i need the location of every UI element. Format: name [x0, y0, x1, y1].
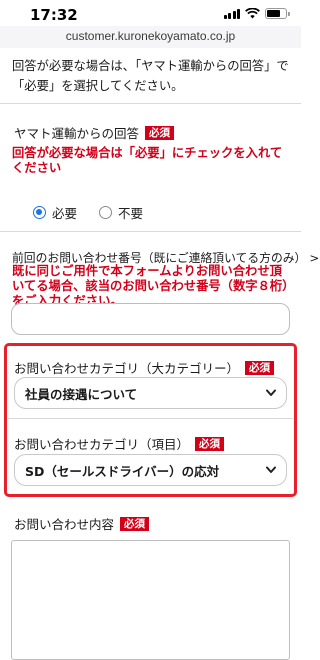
reply-radio-group: 必要 不要: [33, 203, 143, 222]
required-badge: 必須: [120, 516, 150, 531]
status-icons: [223, 8, 290, 19]
category-major-label: お問い合わせカテゴリ（大カテゴリー）: [14, 361, 240, 376]
category-item-select[interactable]: SD（セールスドライバー）の応対: [14, 454, 287, 486]
status-bar: 17:32: [0, 0, 301, 26]
content-label: お問い合わせ内容: [14, 517, 115, 532]
cellular-signal-icon: [223, 8, 240, 19]
reply-note: 回答が必要な場合は「必要」にチェックを入れてください: [12, 146, 283, 175]
category-major-value: 社員の接遇について: [25, 386, 138, 402]
reply-label-row: ヤマト運輸からの回答 必須: [14, 123, 175, 142]
reply-label: ヤマト運輸からの回答: [14, 126, 140, 141]
category-major-label-row: お問い合わせカテゴリ（大カテゴリー） 必須: [14, 358, 275, 377]
radio-required-label: 必要: [52, 206, 78, 221]
battery-icon: [265, 8, 290, 19]
category-major-select[interactable]: 社員の接遇について: [14, 377, 287, 409]
url-bar[interactable]: customer.kuronekoyamato.co.jp: [0, 26, 301, 48]
category-item-label-row: お問い合わせカテゴリ（項目） 必須: [14, 434, 225, 453]
category-item-value: SD（セールスドライバー）の応対: [25, 463, 220, 479]
required-badge: 必須: [145, 125, 175, 140]
divider: [0, 103, 301, 104]
radio-not-required-label: 不要: [118, 206, 144, 221]
previous-inquiry-input[interactable]: [11, 303, 290, 335]
radio-required[interactable]: [33, 206, 46, 219]
divider: [0, 231, 301, 232]
intro-text: 回答が必要な場合は、「ヤマト運輸からの回答」で「必要」を選択してください。: [12, 59, 289, 93]
radio-not-required[interactable]: [99, 206, 113, 219]
content-label-row: お問い合わせ内容 必須: [14, 514, 150, 533]
divider: [8, 418, 293, 419]
radio-option-not-required[interactable]: 不要: [99, 203, 143, 222]
chevron-down-icon: [266, 466, 276, 473]
content-textarea[interactable]: [11, 540, 290, 660]
required-badge: 必須: [195, 436, 225, 451]
chevron-down-icon: [266, 389, 276, 396]
radio-option-required[interactable]: 必要: [33, 203, 77, 222]
required-badge: 必須: [245, 360, 275, 375]
wifi-icon: [245, 8, 260, 19]
status-time: 17:32: [30, 6, 78, 24]
category-item-label: お問い合わせカテゴリ（項目）: [14, 437, 190, 452]
